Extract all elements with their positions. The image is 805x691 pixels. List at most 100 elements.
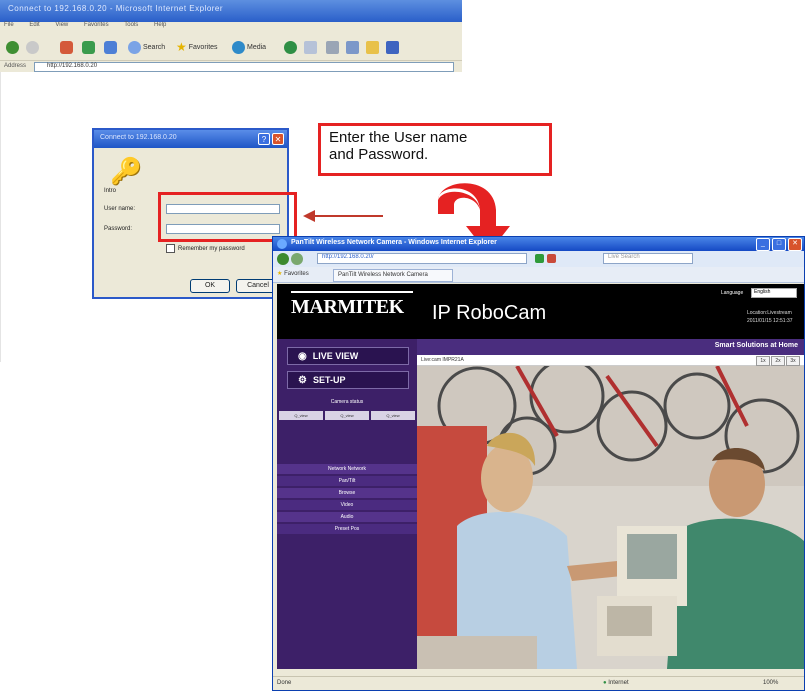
sidebar-item-audio[interactable]: Audio — [277, 511, 417, 522]
menu-favorites[interactable]: Favorites — [80, 22, 109, 28]
menu-file[interactable]: File — [0, 22, 14, 28]
live-camera-image — [417, 366, 804, 669]
status-zoom[interactable]: 100% — [763, 680, 778, 686]
home-icon — [104, 40, 117, 54]
camera-icon: ◉ — [298, 350, 307, 362]
window-controls: _ □ ✕ — [756, 238, 802, 251]
favorites-button[interactable]: ★ Favorites — [176, 40, 218, 54]
search-icon — [128, 40, 141, 54]
folder-icon — [366, 40, 379, 54]
remember-label: Remember my password — [178, 245, 245, 252]
stop-icon[interactable] — [547, 254, 556, 263]
forward-arrow-icon — [26, 40, 39, 54]
media-icon — [232, 40, 245, 54]
zoom-1x-button[interactable]: 1x — [756, 356, 770, 366]
maximize-button[interactable]: □ — [772, 238, 786, 251]
camera-button-2[interactable]: Q_view — [325, 411, 369, 420]
history-button[interactable] — [284, 40, 297, 54]
zoom-buttons: 1x 2x 3x — [756, 356, 800, 366]
camera-status-heading: Camera status — [330, 399, 364, 405]
site-label: Intro — [104, 188, 117, 194]
refresh-button[interactable] — [82, 40, 95, 54]
live-view-label: LIVE VIEW — [312, 351, 359, 361]
left-arrow-icon — [303, 210, 383, 222]
tab-bar: ★ Favorites PanTilt Wireless Network Cam… — [273, 267, 804, 283]
stop-button[interactable] — [60, 40, 73, 54]
forward-button[interactable] — [26, 40, 39, 54]
back-arrow-icon — [6, 40, 19, 54]
minimize-button[interactable]: _ — [756, 238, 770, 251]
zoom-2x-button[interactable]: 2x — [771, 356, 785, 366]
star-icon: ★ — [176, 40, 187, 54]
menu-edit[interactable]: Edit — [25, 22, 39, 28]
mail-button[interactable] — [304, 40, 317, 54]
close-button[interactable]: ✕ — [788, 238, 802, 251]
home-button[interactable] — [104, 40, 117, 54]
remember-password-checkbox[interactable]: Remember my password — [166, 244, 245, 253]
favorites-button[interactable]: ★ Favorites — [277, 270, 309, 277]
wrench-icon: ⚙ — [298, 374, 307, 386]
print-button[interactable] — [326, 40, 339, 54]
messenger-button[interactable] — [386, 40, 399, 54]
background-window-title: Connect to 192.168.0.20 - Microsoft Inte… — [8, 4, 224, 13]
language-select[interactable]: English — [751, 288, 797, 298]
camera-window-title-bar: PanTilt Wireless Network Camera - Window… — [273, 237, 804, 251]
camera-button-3[interactable]: Q_view — [371, 411, 415, 420]
menu-view[interactable]: View — [51, 22, 68, 28]
menu-help[interactable]: Help — [150, 22, 166, 28]
sidebar-item-network[interactable]: Network Network — [277, 463, 417, 474]
background-address-field[interactable]: http://192.168.0.20 — [34, 62, 454, 72]
close-button[interactable]: ✕ — [272, 133, 284, 145]
refresh-icon[interactable] — [535, 254, 544, 263]
help-button[interactable]: ? — [258, 133, 270, 145]
slogan: Smart Solutions at Home — [714, 342, 798, 349]
setup-label: SET-UP — [312, 375, 346, 385]
camera-button-1[interactable]: Q_view — [279, 411, 323, 420]
search-field[interactable]: Live Search — [603, 253, 693, 264]
camera-window-title: PanTilt Wireless Network Camera - Window… — [291, 239, 497, 246]
folder-button[interactable] — [366, 40, 379, 54]
menu-tools[interactable]: Tools — [120, 22, 138, 28]
refresh-icon — [82, 40, 95, 54]
media-label: Media — [247, 43, 267, 51]
datetime-label: 2011/01/15 12:51:37 — [747, 318, 793, 324]
callout-line-1: Enter the User name — [329, 129, 468, 146]
sidebar-item-pantilt[interactable]: Pan/Tilt — [277, 475, 417, 486]
setup-button[interactable]: ⚙ SET-UP — [287, 371, 409, 389]
sidebar-item-video[interactable]: Video — [277, 499, 417, 510]
star-icon: ★ — [277, 271, 283, 277]
address-label: Address — [4, 63, 27, 69]
sidebar-item-preset[interactable]: Preset Pos — [277, 523, 417, 534]
media-button[interactable]: Media — [232, 40, 266, 54]
edit-button[interactable] — [346, 40, 359, 54]
edit-icon — [346, 40, 359, 54]
password-label: Password: — [104, 226, 133, 232]
status-bar: Done ● Internet 100% — [273, 676, 804, 690]
product-title: IP RoboCam — [432, 302, 547, 324]
background-title-bar: Connect to 192.168.0.20 - Microsoft Inte… — [0, 0, 462, 22]
sidebar-item-browse[interactable]: Browse — [277, 487, 417, 498]
keys-icon: 🔑 — [110, 156, 143, 186]
globe-icon: ● — [603, 680, 607, 686]
back-button[interactable] — [6, 40, 19, 54]
url-field[interactable]: http://192.168.0.20/ — [317, 253, 527, 264]
tab-camera[interactable]: PanTilt Wireless Network Camera — [333, 269, 453, 282]
background-toolbar: Search ★ Favorites Media — [0, 34, 462, 60]
checkbox-box[interactable] — [166, 244, 175, 253]
live-view-button[interactable]: ◉ LIVE VIEW — [287, 347, 409, 365]
search-label: Search — [143, 43, 166, 51]
status-zone: ● Internet — [603, 680, 629, 686]
marmitek-logo: MARMITEK — [291, 296, 404, 318]
messenger-icon — [386, 40, 399, 54]
ok-button[interactable]: OK — [190, 279, 230, 293]
stop-icon — [60, 40, 73, 54]
logo-rule — [291, 291, 413, 293]
back-button[interactable] — [277, 253, 289, 265]
zoom-3x-button[interactable]: 3x — [786, 356, 800, 366]
login-title: Connect to 192.168.0.20 — [100, 134, 177, 141]
search-button[interactable]: Search — [128, 40, 165, 54]
forward-button[interactable] — [291, 253, 303, 265]
mail-icon — [304, 40, 317, 54]
status-zone-label: Internet — [608, 680, 629, 686]
favorites-label: Favorites — [188, 43, 218, 51]
